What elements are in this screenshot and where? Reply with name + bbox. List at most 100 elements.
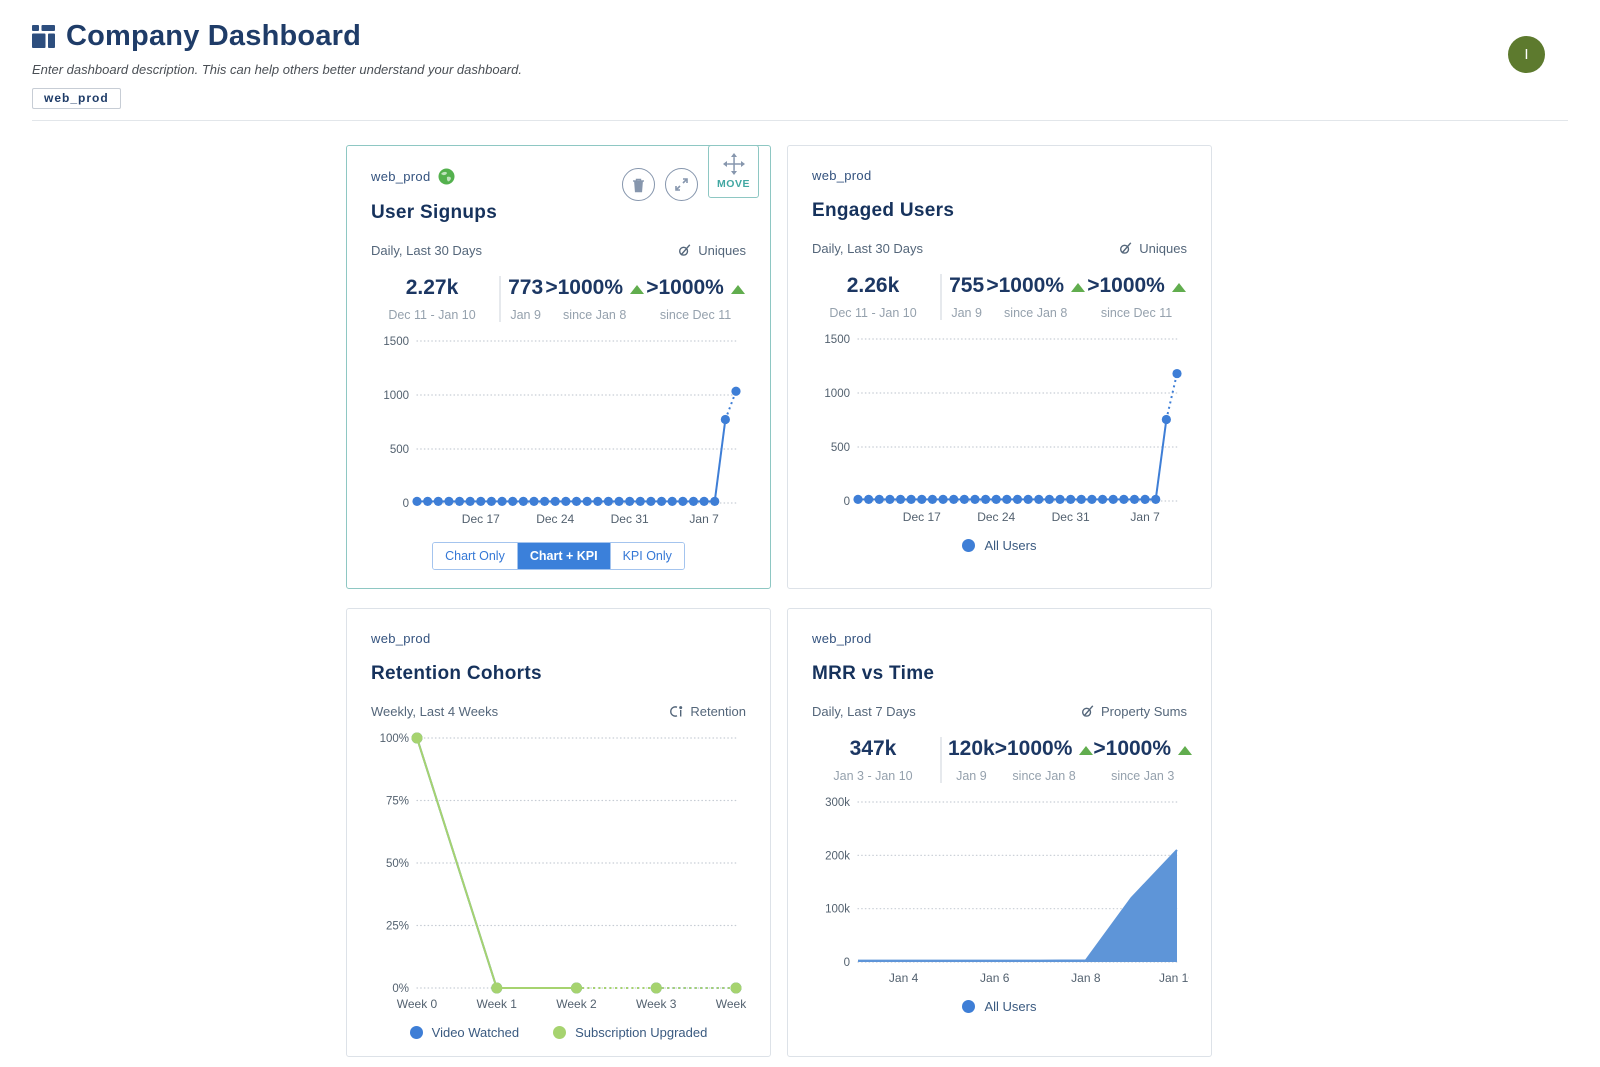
card-user-signups[interactable]: web_prod [346, 145, 771, 589]
uniques-icon [677, 243, 692, 258]
legend-dot [553, 1026, 566, 1039]
metric-type-badge: Property Sums [1080, 704, 1187, 719]
source-label: web_prod [812, 168, 872, 183]
legend-dot [962, 1000, 975, 1013]
toggle-chart-only[interactable]: Chart Only [433, 543, 518, 569]
kpi-value: >1000% [1087, 274, 1165, 297]
legend-item-all-users[interactable]: All Users [962, 538, 1036, 553]
svg-text:0%: 0% [392, 983, 409, 995]
kpi-label: since Dec 11 [1087, 306, 1186, 320]
kpi-row: 2.27k Dec 11 - Jan 10 773 Jan 9 >1000% s… [371, 276, 746, 322]
kpi-value: 347k [812, 737, 934, 761]
kpi-delta-long: >1000% since Dec 11 [1087, 274, 1186, 320]
dashboard-logo-icon [32, 25, 55, 48]
move-icon [723, 153, 745, 175]
card-title: Engaged Users [812, 200, 1187, 222]
card-grid: web_prod [346, 145, 1213, 1057]
metric-type-label: Property Sums [1101, 704, 1187, 719]
svg-text:Dec 24: Dec 24 [536, 512, 574, 526]
metric-type-badge: Uniques [1118, 241, 1187, 256]
resize-icon [674, 177, 689, 192]
kpi-label: Jan 9 [948, 769, 995, 783]
kpi-delta-short: >1000% since Jan 8 [545, 276, 644, 322]
display-mode-toggle: Chart Only Chart + KPI KPI Only [432, 542, 685, 570]
svg-text:50%: 50% [386, 858, 409, 870]
svg-text:Dec 31: Dec 31 [611, 512, 649, 526]
kpi-value: >1000% [986, 274, 1064, 297]
svg-text:0: 0 [844, 957, 850, 969]
legend: Video Watched Subscription Upgraded [371, 1025, 746, 1040]
area-chart-mrr: 0100k200k300kJan 4Jan 6Jan 8Jan 10 [812, 793, 1187, 989]
line-chart-retention: 0%25%50%75%100%Week 0Week 1Week 2Week 3W… [371, 729, 746, 1015]
metric-type-label: Retention [690, 704, 746, 719]
card-engaged-users[interactable]: web_prod Engaged Users Daily, Last 30 Da… [787, 145, 1212, 589]
svg-text:Dec 17: Dec 17 [903, 510, 941, 524]
svg-text:Jan 7: Jan 7 [689, 512, 719, 526]
kpi-label: Dec 11 - Jan 10 [812, 306, 934, 320]
kpi-value: 755 [949, 274, 984, 298]
toggle-kpi-only[interactable]: KPI Only [611, 543, 684, 569]
svg-text:Jan 8: Jan 8 [1071, 971, 1101, 985]
svg-text:Jan 4: Jan 4 [889, 971, 919, 985]
legend-item-subscription-upgraded[interactable]: Subscription Upgraded [553, 1025, 707, 1040]
dashboard-description[interactable]: Enter dashboard description. This can he… [32, 62, 1568, 77]
kpi-label: since Jan 8 [545, 308, 644, 322]
card-retention-cohorts[interactable]: web_prod Retention Cohorts Weekly, Last … [346, 608, 771, 1057]
metric-type-badge: Uniques [677, 243, 746, 258]
svg-text:75%: 75% [386, 796, 409, 808]
kpi-label: since Jan 8 [995, 769, 1094, 783]
page-title: Company Dashboard [66, 20, 361, 53]
svg-text:0: 0 [844, 496, 850, 508]
delete-button[interactable] [622, 168, 655, 201]
kpi-value: >1000% [995, 737, 1073, 760]
svg-text:1000: 1000 [824, 388, 850, 400]
legend-item-all-users[interactable]: All Users [962, 999, 1036, 1014]
line-chart-engaged-users: 050010001500Dec 17Dec 24Dec 31Jan 7 [812, 330, 1187, 528]
kpi-divider [940, 737, 942, 783]
period-label: Weekly, Last 4 Weeks [371, 704, 498, 719]
svg-text:Week 2: Week 2 [556, 997, 597, 1011]
kpi-label: since Dec 11 [646, 308, 745, 322]
svg-text:100%: 100% [380, 733, 409, 745]
legend-label: All Users [984, 538, 1036, 553]
svg-text:0: 0 [403, 498, 409, 510]
svg-text:Jan 10: Jan 10 [1159, 971, 1189, 985]
delta-up-icon [1071, 283, 1085, 292]
kpi-label: Jan 9 [949, 306, 984, 320]
kpi-delta-short: >1000% since Jan 8 [986, 274, 1085, 320]
kpi-value: >1000% [1093, 737, 1171, 760]
card-mrr-vs-time[interactable]: web_prod MRR vs Time Daily, Last 7 Days … [787, 608, 1212, 1057]
tag-chip[interactable]: web_prod [32, 88, 121, 109]
source-label: web_prod [371, 631, 431, 646]
retention-icon [668, 704, 684, 719]
legend-label: Video Watched [432, 1025, 519, 1040]
kpi-delta-long: >1000% since Dec 11 [646, 276, 745, 322]
svg-text:25%: 25% [386, 921, 409, 933]
kpi-latest: 120k Jan 9 [948, 737, 995, 783]
svg-text:Week 1: Week 1 [477, 997, 518, 1011]
property-sums-icon [1080, 704, 1095, 719]
line-chart-user-signups: 050010001500Dec 17Dec 24Dec 31Jan 7 [371, 332, 746, 530]
kpi-label: Jan 9 [508, 308, 543, 322]
globe-icon [438, 168, 455, 185]
avatar[interactable]: I [1508, 36, 1545, 73]
card-source: web_prod [371, 631, 746, 646]
kpi-value: 2.27k [371, 276, 493, 300]
kpi-value: 2.26k [812, 274, 934, 298]
delta-up-icon [630, 285, 644, 294]
period-label: Daily, Last 7 Days [812, 704, 916, 719]
source-label: web_prod [371, 169, 431, 184]
kpi-label: since Jan 8 [986, 306, 1085, 320]
toggle-chart-kpi[interactable]: Chart + KPI [518, 543, 611, 569]
kpi-latest: 773 Jan 9 [508, 276, 543, 322]
period-label: Daily, Last 30 Days [812, 241, 923, 256]
kpi-value: 120k [948, 737, 995, 761]
legend-item-video-watched[interactable]: Video Watched [410, 1025, 519, 1040]
card-title: MRR vs Time [812, 663, 1187, 685]
delta-up-icon [1178, 746, 1192, 755]
resize-button[interactable] [665, 168, 698, 201]
metric-type-label: Uniques [698, 243, 746, 258]
move-button[interactable]: MOVE [708, 145, 759, 198]
trash-icon [631, 177, 646, 193]
legend: All Users [812, 999, 1187, 1014]
